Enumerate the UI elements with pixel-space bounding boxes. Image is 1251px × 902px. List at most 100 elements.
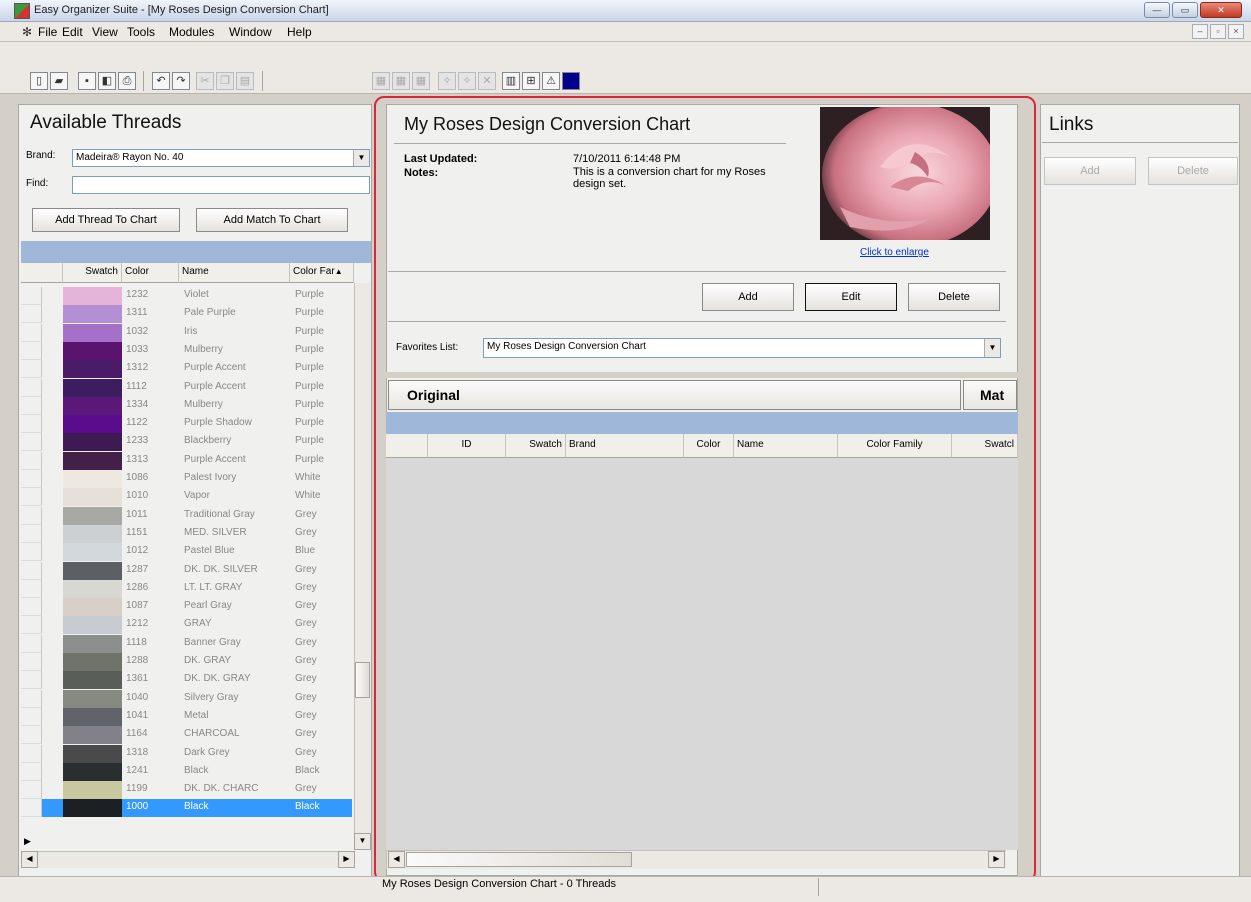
row-selector[interactable] <box>21 562 42 580</box>
row-selector[interactable] <box>21 287 42 305</box>
brand-select[interactable]: Madeira® Rayon No. 40 ▼ <box>72 149 370 167</box>
star-icon[interactable]: ✧ <box>438 72 456 90</box>
document-menu-icon[interactable]: ✻ <box>22 25 36 39</box>
print-icon[interactable]: ⎙ <box>118 72 136 90</box>
menu-edit[interactable]: Edit <box>62 25 83 39</box>
list-icon[interactable]: ▥ <box>502 72 520 90</box>
thread-grid-scroll-thumb[interactable] <box>355 662 370 698</box>
row-selector[interactable] <box>21 397 42 415</box>
row-selector[interactable] <box>21 543 42 561</box>
save-icon[interactable]: ▪ <box>78 72 96 90</box>
table-row[interactable]: 1041 Metal Grey <box>21 708 352 726</box>
menu-modules[interactable]: Modules <box>169 25 214 39</box>
row-selector[interactable] <box>21 305 42 323</box>
table-row[interactable]: 1287 DK. DK. SILVER Grey <box>21 562 352 580</box>
table-row[interactable]: 1112 Purple Accent Purple <box>21 379 352 397</box>
scroll-down-icon[interactable]: ▼ <box>354 833 371 850</box>
grid3-icon[interactable]: ▦ <box>412 72 430 90</box>
mdi-minimize-button[interactable]: – <box>1192 24 1208 39</box>
links-delete-button[interactable]: Delete <box>1148 157 1238 185</box>
row-selector[interactable] <box>21 324 42 342</box>
table-row[interactable]: 1010 Vapor White <box>21 488 352 506</box>
table-icon[interactable]: ⊞ <box>522 72 540 90</box>
open-icon[interactable]: ▰ <box>50 72 68 90</box>
scroll-right-icon[interactable]: ▶ <box>338 851 355 868</box>
row-selector[interactable] <box>21 799 42 817</box>
table-row[interactable]: 1233 Blackberry Purple <box>21 433 352 451</box>
row-selector[interactable] <box>21 488 42 506</box>
print-preview-icon[interactable]: ◧ <box>98 72 116 90</box>
row-selector[interactable] <box>21 452 42 470</box>
row-selector[interactable] <box>21 379 42 397</box>
scroll-left-icon[interactable]: ◀ <box>21 851 38 868</box>
row-selector[interactable] <box>21 781 42 799</box>
star2-icon[interactable]: ✧ <box>458 72 476 90</box>
table-row[interactable]: 1288 DK. GRAY Grey <box>21 653 352 671</box>
table-row[interactable]: 1040 Silvery Gray Grey <box>21 690 352 708</box>
menu-help[interactable]: Help <box>287 25 312 39</box>
thread-grid-hscrollbar[interactable] <box>21 851 355 868</box>
chevron-down-icon[interactable]: ▼ <box>353 150 369 166</box>
table-row[interactable]: 1164 CHARCOAL Grey <box>21 726 352 744</box>
links-add-button[interactable]: Add <box>1044 157 1136 185</box>
table-row[interactable]: 1033 Mulberry Purple <box>21 342 352 360</box>
table-row[interactable]: 1241 Black Black <box>21 763 352 781</box>
row-selector[interactable] <box>21 726 42 744</box>
row-selector[interactable] <box>21 745 42 763</box>
table-row[interactable]: 1122 Purple Shadow Purple <box>21 415 352 433</box>
table-row[interactable]: 1199 DK. DK. CHARC Grey <box>21 781 352 799</box>
table-row[interactable]: 1000 Black Black <box>21 799 352 817</box>
menu-file[interactable]: File <box>38 25 57 39</box>
row-selector[interactable] <box>21 598 42 616</box>
new-icon[interactable]: ▯ <box>30 72 48 90</box>
row-selector[interactable] <box>21 507 42 525</box>
row-selector[interactable] <box>21 690 42 708</box>
column-header-color-family[interactable]: Color Far▲ <box>290 263 354 283</box>
table-row[interactable]: 1087 Pearl Gray Grey <box>21 598 352 616</box>
maximize-button[interactable]: ▭ <box>1172 2 1198 18</box>
menu-window[interactable]: Window <box>229 25 272 39</box>
column-header-name[interactable]: Name <box>179 263 290 283</box>
table-row[interactable]: 1318 Dark Grey Grey <box>21 745 352 763</box>
grid1-icon[interactable]: ▦ <box>372 72 390 90</box>
row-selector[interactable] <box>21 433 42 451</box>
redo-icon[interactable]: ↷ <box>172 72 190 90</box>
table-row[interactable]: 1312 Purple Accent Purple <box>21 360 352 378</box>
table-row[interactable]: 1212 GRAY Grey <box>21 616 352 634</box>
find-input[interactable] <box>72 176 370 194</box>
row-selector[interactable] <box>21 470 42 488</box>
row-selector[interactable] <box>21 671 42 689</box>
table-row[interactable]: 1151 MED. SILVER Grey <box>21 525 352 543</box>
undo-icon[interactable]: ↶ <box>152 72 170 90</box>
table-row[interactable]: 1311 Pale Purple Purple <box>21 305 352 323</box>
row-selector[interactable] <box>21 360 42 378</box>
menu-view[interactable]: View <box>92 25 118 39</box>
color-icon[interactable]: ■ <box>562 72 580 90</box>
table-row[interactable]: 1334 Mulberry Purple <box>21 397 352 415</box>
table-row[interactable]: 1232 Violet Purple <box>21 287 352 305</box>
table-row[interactable]: 1032 Iris Purple <box>21 324 352 342</box>
row-selector[interactable] <box>21 653 42 671</box>
column-header-swatch[interactable]: Swatch <box>63 263 122 283</box>
table-row[interactable]: 1286 LT. LT. GRAY Grey <box>21 580 352 598</box>
column-header-color[interactable]: Color <box>122 263 179 283</box>
paste-icon[interactable]: ▤ <box>236 72 254 90</box>
row-selector[interactable] <box>21 763 42 781</box>
row-selector[interactable] <box>21 580 42 598</box>
mdi-restore-button[interactable]: ▫ <box>1210 24 1226 39</box>
table-row[interactable]: 1012 Pastel Blue Blue <box>21 543 352 561</box>
row-selector[interactable] <box>21 525 42 543</box>
table-row[interactable]: 1313 Purple Accent Purple <box>21 452 352 470</box>
table-row[interactable]: 1086 Palest Ivory White <box>21 470 352 488</box>
add-match-to-chart-button[interactable]: Add Match To Chart <box>196 208 348 232</box>
menu-tools[interactable]: Tools <box>127 25 155 39</box>
row-selector[interactable] <box>21 616 42 634</box>
table-row[interactable]: 1118 Banner Gray Grey <box>21 635 352 653</box>
row-selector[interactable] <box>21 342 42 360</box>
table-row[interactable]: 1011 Traditional Gray Grey <box>21 507 352 525</box>
app-icon[interactable] <box>14 3 30 19</box>
table-row[interactable]: 1361 DK. DK. GRAY Grey <box>21 671 352 689</box>
add-thread-to-chart-button[interactable]: Add Thread To Chart <box>32 208 180 232</box>
close-button[interactable]: ✕ <box>1200 2 1242 18</box>
copy-icon[interactable]: ❐ <box>216 72 234 90</box>
